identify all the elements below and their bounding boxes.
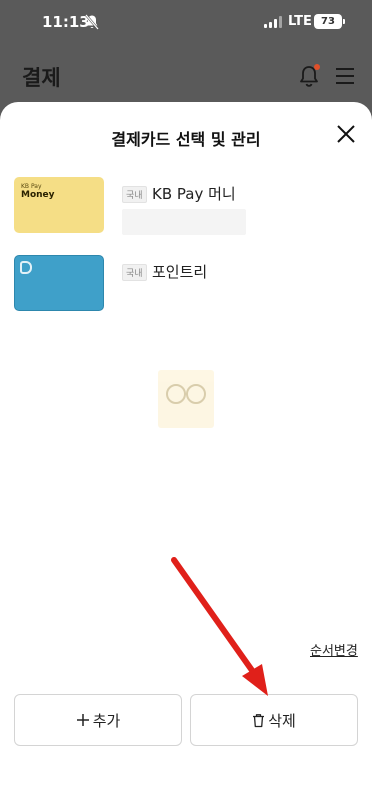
card-logo-icon	[20, 261, 32, 274]
add-card-button[interactable]: 추가	[14, 694, 182, 746]
battery-icon: 73	[314, 14, 345, 29]
card-name: 포인트리	[152, 263, 208, 281]
watermark-logo	[158, 370, 214, 428]
domestic-badge: 국내	[122, 264, 147, 281]
reorder-link[interactable]: 순서변경	[310, 640, 358, 659]
delete-card-button[interactable]: 삭제	[190, 694, 358, 746]
network-type: LTE	[288, 14, 312, 29]
plus-icon	[76, 714, 89, 726]
signal-icon	[264, 16, 282, 28]
status-bar: 11:13 LTE 73	[0, 0, 372, 46]
hamburger-menu-icon[interactable]	[336, 68, 354, 84]
notification-dot	[314, 64, 320, 70]
page-title: 결제	[22, 66, 61, 90]
kb-pay-card-image: KB Pay Money	[14, 177, 104, 233]
card-image-name: Money	[21, 190, 55, 200]
card-name: KB Pay 머니	[152, 185, 236, 203]
card-number-redacted	[122, 209, 246, 235]
pointree-card-image	[14, 255, 104, 311]
domestic-badge: 국내	[122, 186, 147, 203]
card-list-item[interactable]: KB Pay Money 국내 KB Pay 머니	[14, 177, 354, 235]
bell-muted-icon	[85, 14, 99, 30]
status-time: 11:13	[42, 13, 90, 31]
close-icon[interactable]	[334, 122, 358, 146]
card-management-sheet: 결제카드 선택 및 관리 KB Pay Money 국내 KB Pay 머니 국…	[0, 102, 372, 800]
card-list-item[interactable]: 국내 포인트리	[14, 255, 354, 313]
card-image-brand: KB Pay	[21, 183, 42, 190]
notification-bell-icon[interactable]	[298, 64, 320, 88]
sheet-title: 결제카드 선택 및 관리	[111, 130, 261, 149]
add-button-label: 추가	[92, 711, 121, 730]
delete-button-label: 삭제	[268, 711, 296, 730]
trash-icon	[253, 713, 265, 727]
